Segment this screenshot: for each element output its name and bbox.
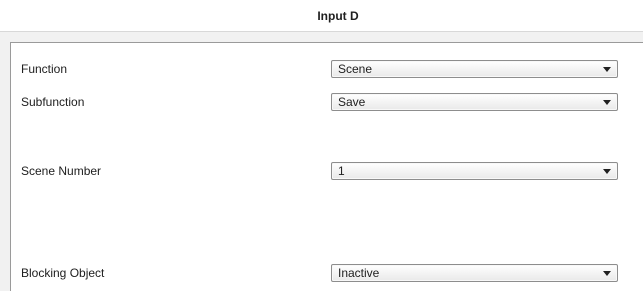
function-label: Function <box>21 62 68 76</box>
chevron-down-icon <box>603 169 611 174</box>
subfunction-value: Save <box>338 95 366 109</box>
blocking-object-label: Blocking Object <box>21 266 105 280</box>
chevron-down-icon <box>603 100 611 105</box>
subfunction-label: Subfunction <box>21 95 85 109</box>
scene-number-value: 1 <box>338 164 345 178</box>
blocking-object-value: Inactive <box>338 266 380 280</box>
subfunction-select[interactable]: Save <box>331 93 618 111</box>
chevron-down-icon <box>603 271 611 276</box>
scene-number-select[interactable]: 1 <box>331 162 618 180</box>
chevron-down-icon <box>603 67 611 72</box>
page-title: Input D <box>317 9 359 23</box>
function-select[interactable]: Scene <box>331 60 618 78</box>
blocking-object-select[interactable]: Inactive <box>331 264 618 282</box>
header-bar: Input D <box>0 0 643 32</box>
scene-number-label: Scene Number <box>21 164 102 178</box>
function-value: Scene <box>338 62 373 76</box>
